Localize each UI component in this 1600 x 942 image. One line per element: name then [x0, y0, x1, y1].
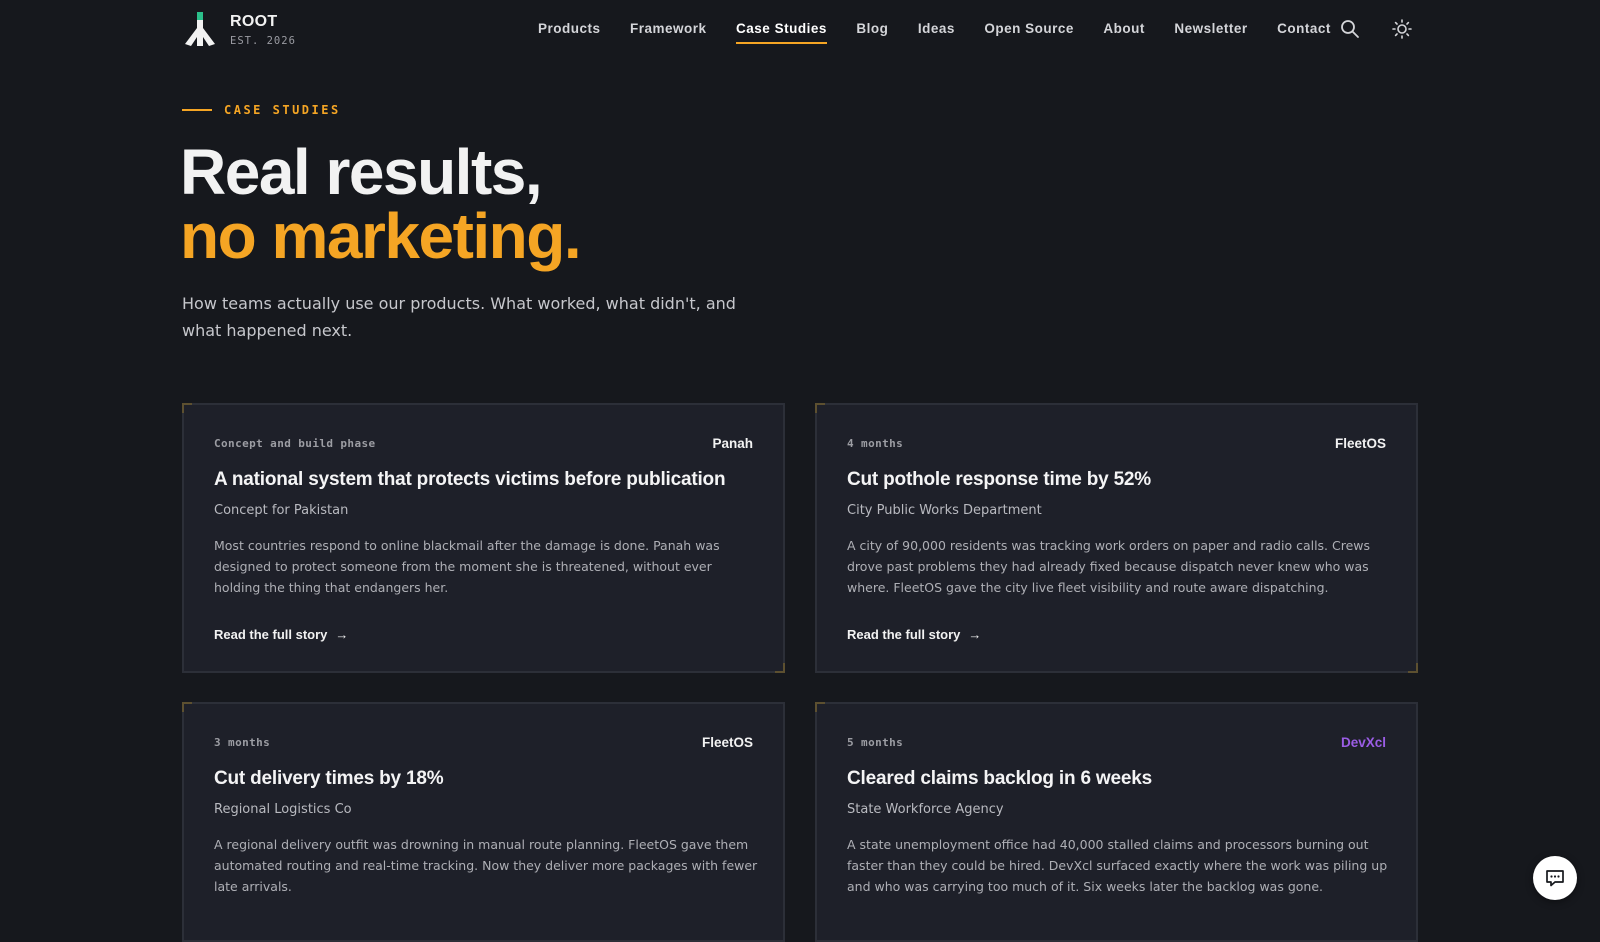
nav-open-source[interactable]: Open Source — [984, 18, 1074, 42]
eyebrow-text: CASE STUDIES — [224, 103, 341, 117]
nav-ideas[interactable]: Ideas — [918, 18, 955, 42]
card-duration: Concept and build phase — [214, 437, 376, 450]
card-duration: 3 months — [214, 736, 271, 749]
main-nav: Products Framework Case Studies Blog Ide… — [538, 18, 1360, 44]
card-summary: A state unemployment office had 40,000 s… — [847, 837, 1388, 894]
section-eyebrow: CASE STUDIES — [182, 103, 341, 117]
card-duration: 4 months — [847, 437, 904, 450]
page-title-line1: Real results, — [180, 136, 543, 208]
card-corner — [775, 663, 785, 673]
nav-framework[interactable]: Framework — [630, 18, 707, 42]
read-story-label: Read the full story — [847, 627, 961, 642]
card-title: A national system that protects victims … — [214, 469, 726, 490]
nav-blog[interactable]: Blog — [856, 18, 888, 42]
eyebrow-line — [182, 109, 212, 111]
read-story-link[interactable]: Read the full story → — [214, 627, 348, 642]
card-title: Cut pothole response time by 52% — [847, 469, 1151, 490]
brand-logo[interactable]: ROOT EST. 2026 — [182, 12, 296, 48]
chat-button[interactable] — [1533, 856, 1577, 900]
case-study-card: 4 months FleetOS Cut pothole response ti… — [815, 403, 1418, 673]
card-summary: Most countries respond to online blackma… — [214, 538, 720, 595]
read-story-link[interactable]: Read the full story → — [847, 627, 981, 642]
nav-case-studies[interactable]: Case Studies — [736, 18, 827, 44]
card-corner — [1408, 663, 1418, 673]
site-header: ROOT EST. 2026 Products Framework Case S… — [0, 0, 1600, 60]
card-duration: 5 months — [847, 736, 904, 749]
arrow-right-icon: → — [968, 627, 982, 642]
card-product: FleetOS — [1334, 436, 1386, 451]
page-title-line2: no marketing. — [180, 200, 582, 272]
card-corner — [182, 403, 192, 413]
card-corner — [815, 702, 825, 712]
card-summary: A regional delivery outfit was drowning … — [214, 837, 758, 894]
card-client: City Public Works Department — [847, 503, 1042, 518]
card-client: Concept for Pakistan — [214, 503, 349, 518]
card-client: State Workforce Agency — [847, 802, 1004, 817]
case-study-card: 3 months FleetOS Cut delivery times by 1… — [182, 702, 785, 942]
card-product: FleetOS — [701, 735, 753, 750]
page-subtitle: How teams actually use our products. Wha… — [182, 294, 736, 340]
nav-newsletter[interactable]: Newsletter — [1174, 18, 1247, 42]
card-title: Cut delivery times by 18% — [214, 768, 444, 789]
search-icon[interactable] — [1339, 18, 1361, 40]
card-summary: A city of 90,000 residents was tracking … — [847, 538, 1371, 595]
card-product: DevXcl — [1340, 735, 1386, 750]
card-corner — [815, 403, 825, 413]
card-product: Panah — [712, 436, 753, 451]
nav-products[interactable]: Products — [538, 18, 601, 42]
card-title: Cleared claims backlog in 6 weeks — [847, 768, 1152, 789]
card-corner — [182, 702, 192, 712]
case-study-card: Concept and build phase Panah A national… — [182, 403, 785, 673]
root-logo-icon — [185, 12, 215, 46]
page-title: Real results, no marketing. — [180, 136, 582, 272]
card-client: Regional Logistics Co — [214, 802, 352, 817]
nav-about[interactable]: About — [1103, 18, 1144, 42]
arrow-right-icon: → — [335, 627, 349, 642]
brand-established: EST. 2026 — [230, 35, 296, 47]
chat-icon — [1546, 870, 1564, 887]
case-study-card: 5 months DevXcl Cleared claims backlog i… — [815, 702, 1418, 942]
nav-contact[interactable]: Contact — [1277, 18, 1331, 42]
sun-icon[interactable] — [1391, 18, 1413, 40]
brand-name: ROOT — [230, 13, 278, 30]
read-story-label: Read the full story — [214, 627, 328, 642]
